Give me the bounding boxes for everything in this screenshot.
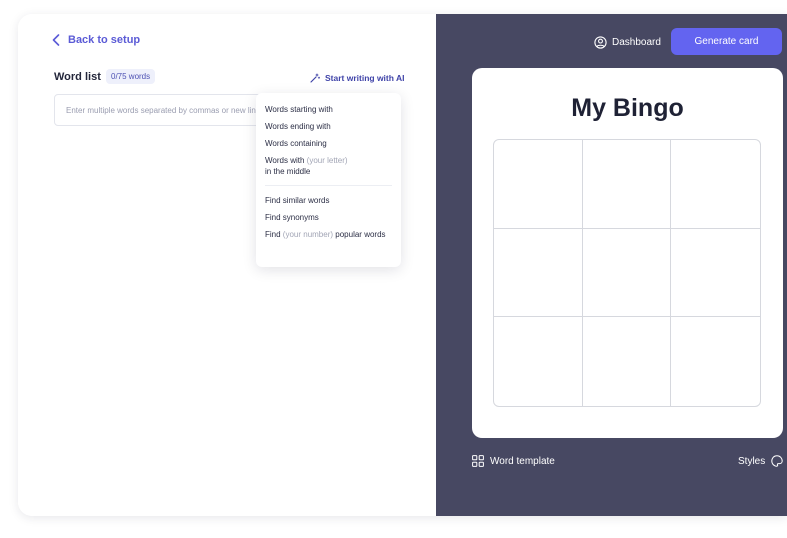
menu-item-find-popular-words[interactable]: Find (your number) popular words <box>265 229 392 240</box>
magic-wand-icon <box>310 73 320 83</box>
styles-button[interactable]: Styles <box>738 455 783 467</box>
word-list-title: Word list <box>54 71 101 83</box>
bingo-grid <box>493 139 761 407</box>
word-count-badge: 0/75 words <box>106 69 156 84</box>
bingo-card-preview: My Bingo <box>472 68 783 438</box>
styles-label: Styles <box>738 455 766 467</box>
words-with-prefix: Words with <box>265 156 305 165</box>
menu-item-words-starting-with[interactable]: Words starting with <box>265 104 392 115</box>
grid-cell[interactable] <box>583 317 672 406</box>
menu-item-find-similar-words[interactable]: Find similar words <box>265 195 392 206</box>
back-to-setup-link[interactable]: Back to setup <box>52 34 140 46</box>
card-title: My Bingo <box>571 94 684 122</box>
menu-item-find-synonyms[interactable]: Find synonyms <box>265 212 392 223</box>
grid-cell[interactable] <box>582 140 672 229</box>
start-writing-with-ai-link[interactable]: Start writing with AI <box>310 73 405 83</box>
ai-suggestions-menu: Words starting with Words ending with Wo… <box>256 93 401 267</box>
grid-cell[interactable] <box>494 317 583 406</box>
grid-cell[interactable] <box>671 140 760 229</box>
your-letter-placeholder: (your letter) <box>306 156 348 165</box>
back-label: Back to setup <box>68 34 141 46</box>
grid-icon <box>472 455 484 467</box>
your-number-placeholder: (your number) <box>282 230 334 239</box>
preview-panel: Dashboard Generate card My Bingo Word te… <box>436 14 787 516</box>
grid-cell[interactable] <box>582 228 672 318</box>
menu-divider <box>265 185 392 186</box>
grid-cell[interactable] <box>671 317 760 406</box>
menu-item-words-ending-with[interactable]: Words ending with <box>265 121 392 132</box>
word-template-button[interactable]: Word template <box>472 455 555 467</box>
user-circle-icon <box>594 36 607 49</box>
palette-icon <box>771 455 783 467</box>
generate-card-button[interactable]: Generate card <box>671 28 782 55</box>
word-list-input[interactable] <box>54 94 274 126</box>
popular-words-suffix: popular words <box>335 230 386 239</box>
grid-cell[interactable] <box>494 228 583 318</box>
word-template-label: Word template <box>490 455 555 467</box>
grid-cell[interactable] <box>671 229 760 318</box>
in-the-middle-suffix: in the middle <box>265 167 311 176</box>
ai-link-label: Start writing with AI <box>325 73 405 83</box>
dashboard-label: Dashboard <box>612 37 661 48</box>
menu-item-words-with-letter-in-middle[interactable]: Words with (your letter) in the middle <box>265 155 392 177</box>
grid-cell[interactable] <box>494 140 583 229</box>
find-prefix: Find <box>265 230 281 239</box>
chevron-left-icon <box>52 34 60 46</box>
app-window: Back to setup Word list 0/75 words Start… <box>18 14 787 516</box>
dashboard-link[interactable]: Dashboard <box>594 36 661 49</box>
setup-panel: Back to setup Word list 0/75 words Start… <box>18 14 436 516</box>
menu-item-words-containing[interactable]: Words containing <box>265 138 392 149</box>
